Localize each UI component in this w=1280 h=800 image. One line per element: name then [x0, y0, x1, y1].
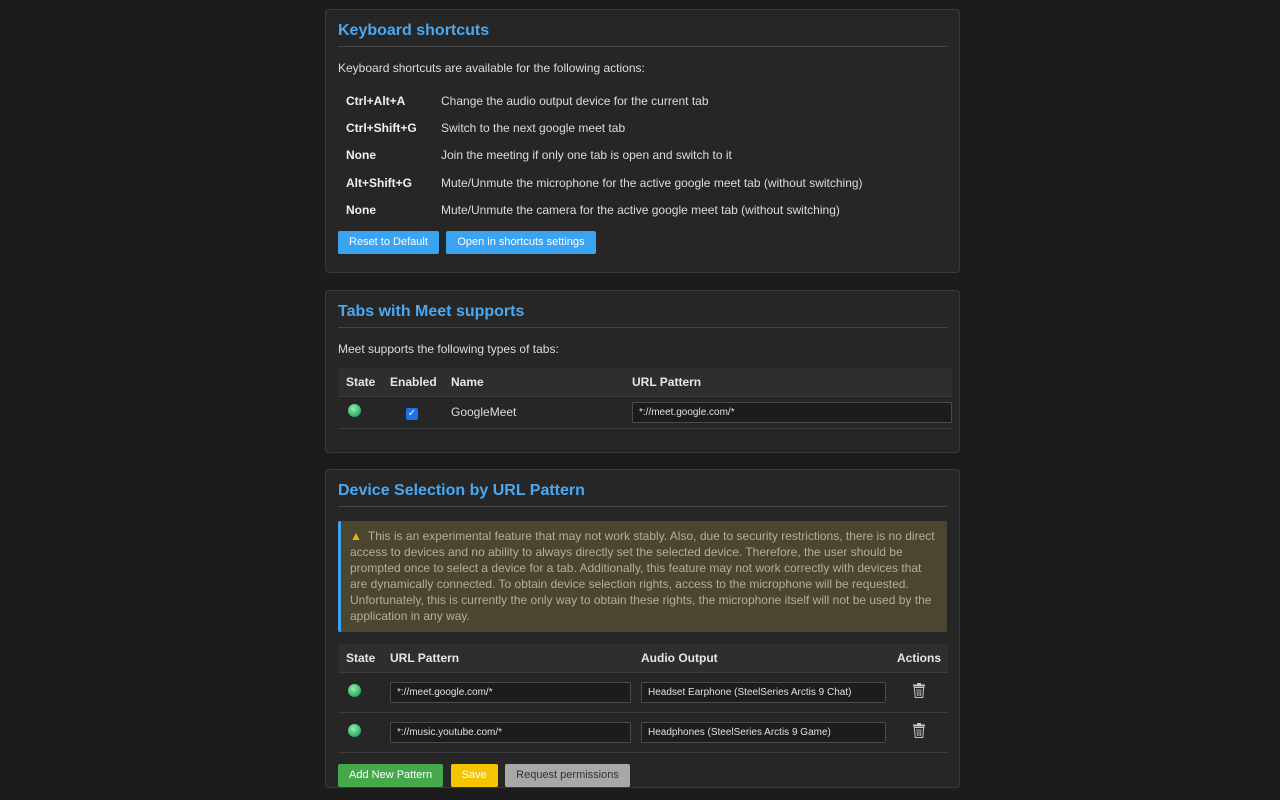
shortcut-key: Ctrl+Alt+A	[346, 93, 406, 108]
col-name: Name	[443, 368, 624, 397]
audio-output-select[interactable]	[641, 721, 886, 743]
shortcuts-title: Keyboard shortcuts	[338, 22, 947, 47]
col-audio-output: Audio Output	[636, 644, 890, 673]
col-state: State	[338, 644, 382, 673]
tabs-title: Tabs with Meet supports	[338, 303, 947, 328]
device-actions: Add New Pattern Save Request permissions	[338, 763, 947, 787]
audio-output-select[interactable]	[641, 681, 886, 703]
experimental-warning: ▲ This is an experimental feature that ma…	[338, 521, 947, 632]
shortcut-action: Switch to the next google meet tab	[441, 120, 626, 135]
shortcut-key: None	[346, 202, 376, 217]
reset-default-button[interactable]: Reset to Default	[338, 231, 439, 255]
col-url-pattern: URL Pattern	[624, 368, 952, 397]
tabs-description: Meet supports the following types of tab…	[338, 342, 559, 356]
enabled-checkbox[interactable]: ✓	[406, 407, 418, 420]
shortcut-row: Alt+Shift+G Mute/Unmute the microphone f…	[338, 169, 947, 196]
shortcuts-actions: Reset to Default Open in shortcuts setti…	[338, 231, 947, 255]
col-actions: Actions	[890, 644, 948, 673]
url-pattern-input[interactable]	[632, 401, 952, 423]
add-pattern-button[interactable]: Add New Pattern	[338, 763, 444, 787]
col-url-pattern: URL Pattern	[382, 644, 636, 673]
state-indicator	[348, 404, 361, 417]
state-indicator	[348, 724, 361, 737]
open-shortcuts-settings-button[interactable]: Open in shortcuts settings	[446, 231, 596, 255]
shortcut-action: Mute/Unmute the microphone for the activ…	[441, 175, 863, 190]
tabs-card: Tabs with Meet supports Meet supports th…	[325, 290, 960, 453]
warning-text: This is an experimental feature that may…	[350, 529, 935, 623]
tabs-table: State Enabled Name URL Pattern ✓ GoogleM…	[338, 368, 952, 429]
shortcut-row: None Mute/Unmute the camera for the acti…	[338, 196, 947, 223]
shortcut-key: None	[346, 148, 376, 163]
shortcut-row: Ctrl+Alt+A Change the audio output devic…	[338, 87, 947, 114]
device-title: Device Selection by URL Pattern	[338, 482, 947, 507]
shortcut-key: Alt+Shift+G	[346, 175, 413, 190]
shortcut-row: Ctrl+Shift+G Switch to the next google m…	[338, 114, 947, 141]
shortcuts-card: Keyboard shortcuts Keyboard shortcuts ar…	[325, 9, 960, 273]
col-enabled: Enabled	[382, 368, 443, 397]
request-permissions-button[interactable]: Request permissions	[505, 763, 630, 787]
table-row: ✓ GoogleMeet	[338, 396, 952, 429]
shortcuts-description: Keyboard shortcuts are available for the…	[338, 61, 645, 75]
trash-icon[interactable]	[912, 683, 926, 701]
trash-icon[interactable]	[912, 723, 926, 741]
shortcut-action: Change the audio output device for the c…	[441, 93, 709, 108]
warning-icon: ▲	[350, 529, 362, 543]
url-pattern-input[interactable]	[390, 681, 631, 703]
save-button[interactable]: Save	[450, 763, 498, 787]
col-state: State	[338, 368, 382, 397]
table-row	[338, 672, 948, 713]
device-card: Device Selection by URL Pattern ▲ This is…	[325, 469, 960, 788]
shortcut-action: Join the meeting if only one tab is open…	[441, 148, 732, 163]
table-row	[338, 712, 948, 753]
shortcut-row: None Join the meeting if only one tab is…	[338, 142, 947, 169]
shortcut-action: Mute/Unmute the camera for the active go…	[441, 202, 840, 217]
shortcuts-list: Ctrl+Alt+A Change the audio output devic…	[338, 87, 947, 223]
shortcut-key: Ctrl+Shift+G	[346, 120, 417, 135]
device-table: State URL Pattern Audio Output Actions	[338, 644, 948, 753]
url-pattern-input[interactable]	[390, 721, 631, 743]
tab-name: GoogleMeet	[443, 396, 624, 429]
state-indicator	[348, 684, 361, 697]
